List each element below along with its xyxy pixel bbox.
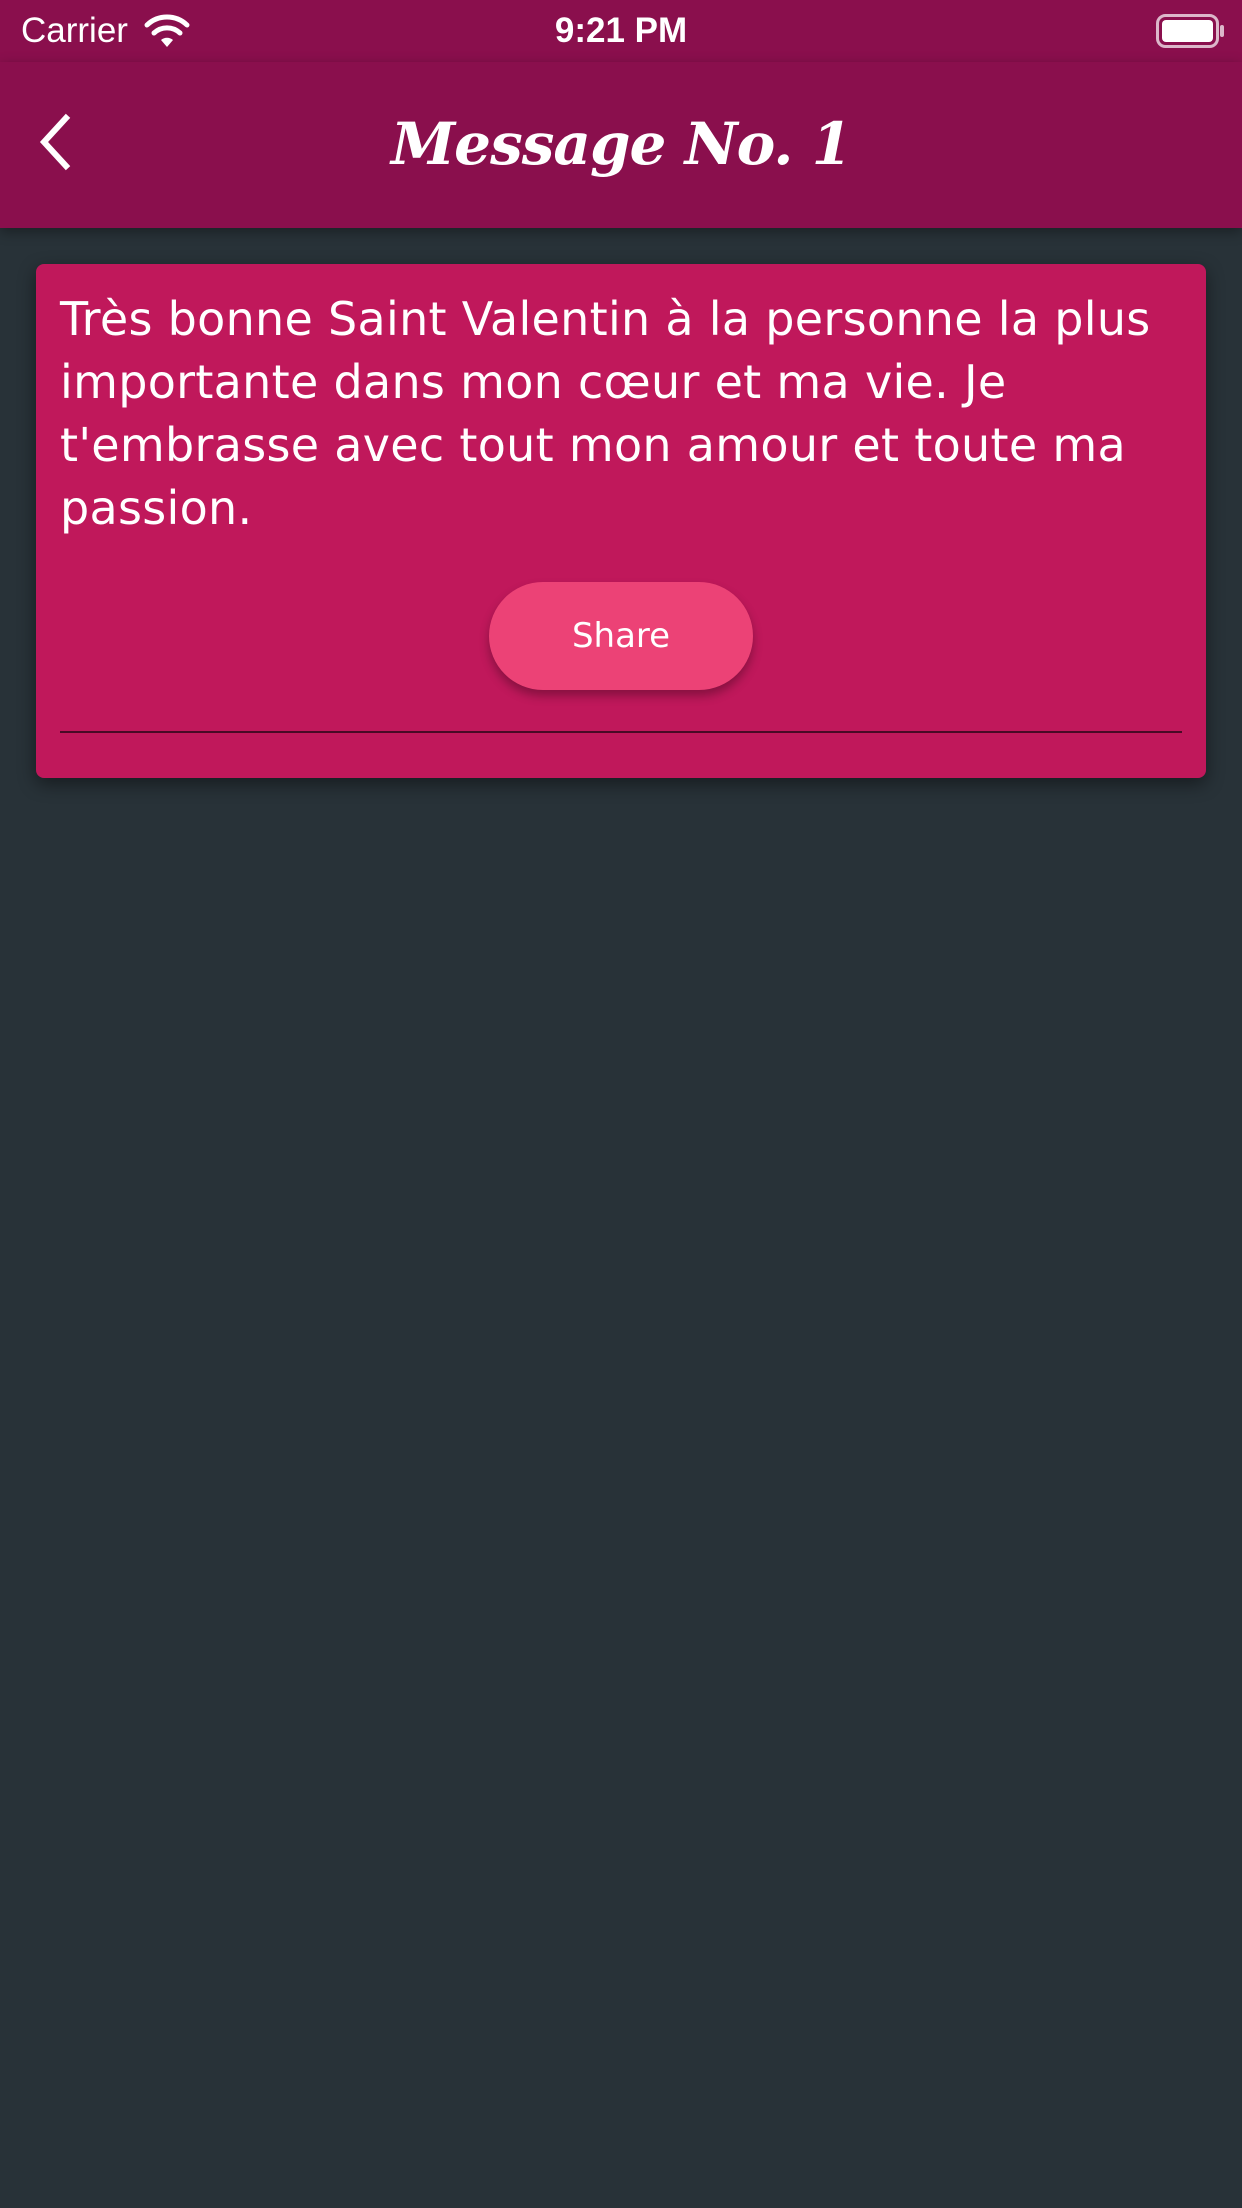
- message-card: Très bonne Saint Valentin à la personne …: [36, 264, 1206, 778]
- navigation-bar: Message No. 1: [0, 62, 1242, 228]
- message-text: Très bonne Saint Valentin à la personne …: [60, 292, 1151, 535]
- share-button[interactable]: Share: [489, 582, 753, 690]
- card-divider: [60, 731, 1182, 733]
- page-title: Message No. 1: [390, 110, 852, 178]
- battery-icon: [1156, 14, 1224, 48]
- status-time: 9:21 PM: [554, 11, 688, 50]
- status-bar: Carrier 9:21 PM: [0, 0, 1242, 62]
